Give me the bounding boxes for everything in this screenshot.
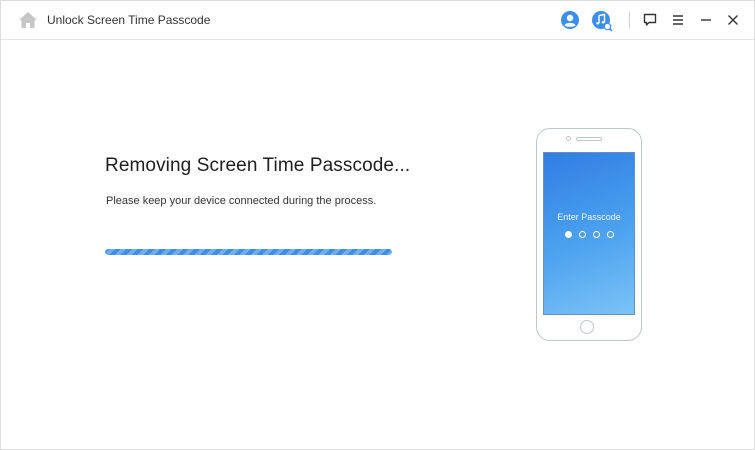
phone-speaker (576, 137, 602, 141)
home-button[interactable] (18, 11, 38, 29)
phone-illustration: Enter Passcode (536, 128, 642, 341)
menu-icon (673, 15, 683, 25)
minimize-button[interactable] (698, 12, 714, 28)
page-heading: Removing Screen Time Passcode... (105, 155, 411, 176)
close-icon (728, 15, 738, 25)
music-button[interactable] (591, 10, 613, 32)
title-bar: Unlock Screen Time Passcode (1, 1, 754, 40)
app-window: Unlock Screen Time Passcode Removing Scr… (0, 0, 755, 450)
progress-bar (105, 249, 392, 255)
status-message: Please keep your device connected during… (106, 195, 377, 207)
passcode-dot-empty (578, 231, 586, 238)
passcode-dot-filled (564, 231, 572, 238)
feedback-icon (643, 13, 657, 26)
progress-fill (105, 249, 392, 255)
passcode-dot-empty (592, 231, 600, 238)
phone-camera (566, 136, 571, 141)
menu-button[interactable] (670, 12, 686, 28)
window-title: Unlock Screen Time Passcode (47, 13, 211, 27)
phone-screen: Enter Passcode (543, 152, 635, 315)
passcode-dot-empty (606, 231, 614, 238)
toolbar-divider (629, 12, 630, 28)
enter-passcode-label: Enter Passcode (557, 212, 621, 222)
user-avatar-icon (561, 11, 579, 29)
minimize-icon (701, 19, 711, 21)
passcode-dots (544, 231, 634, 238)
close-button[interactable] (725, 12, 741, 28)
music-icon (592, 11, 613, 32)
feedback-button[interactable] (642, 12, 658, 28)
phone-home-button (580, 320, 594, 334)
home-icon (19, 12, 37, 28)
account-button[interactable] (560, 10, 580, 30)
